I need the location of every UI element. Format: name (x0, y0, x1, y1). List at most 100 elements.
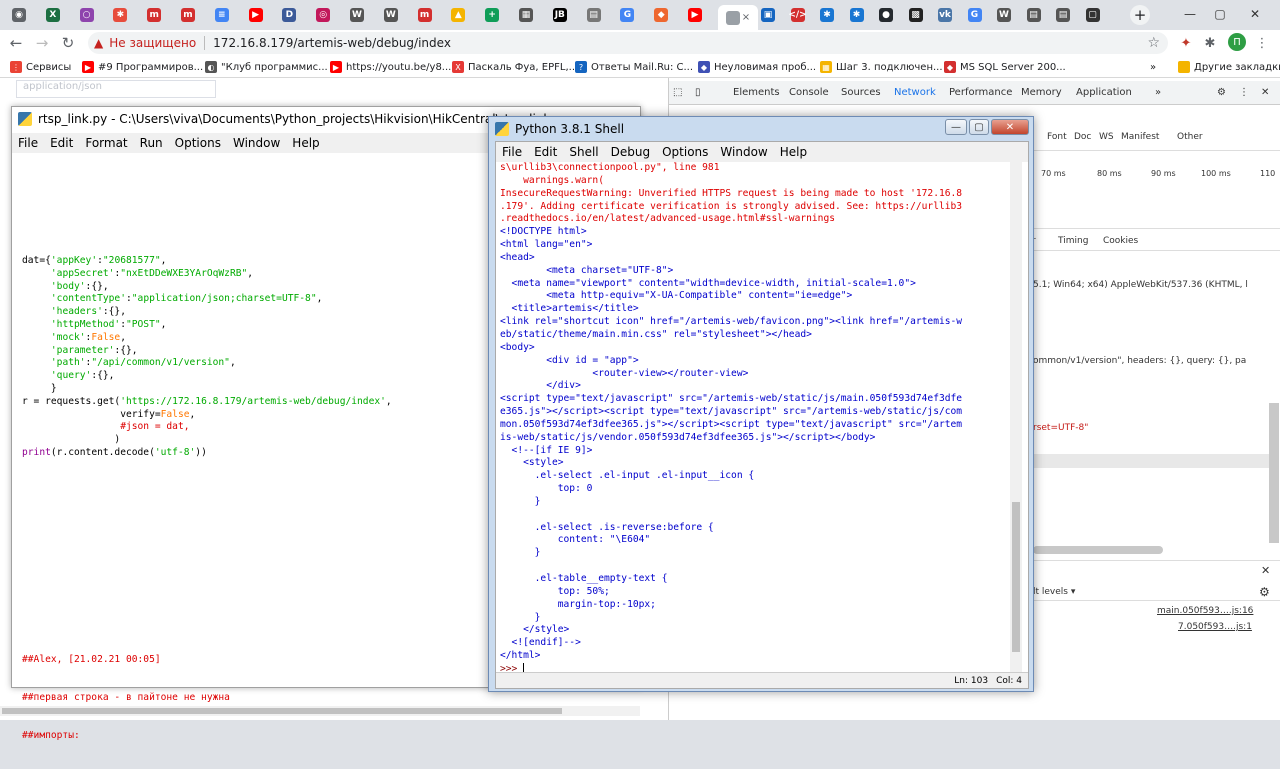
detail-vscrollbar[interactable] (1269, 403, 1279, 543)
browser-tab[interactable]: W (380, 5, 402, 25)
filter-font[interactable]: Font (1047, 132, 1067, 142)
shell-close-button[interactable]: ✕ (991, 119, 1029, 135)
bookmarks-more-button[interactable]: » (1150, 59, 1156, 75)
detail-tab-timing[interactable]: Timing (1058, 236, 1088, 246)
close-drawer-icon[interactable]: ✕ (1261, 564, 1270, 577)
extension-fox-icon[interactable]: ✦ (1176, 33, 1196, 53)
browser-tab[interactable]: ▲ (447, 5, 469, 25)
menu-options[interactable]: Options (175, 136, 221, 150)
back-arrow-icon[interactable]: ← (6, 33, 26, 53)
menu-file[interactable]: File (502, 145, 522, 159)
tab-network[interactable]: Network (894, 87, 936, 98)
menu-edit[interactable]: Edit (50, 136, 73, 150)
browser-tab[interactable]: ▶ (684, 5, 706, 25)
browser-tab[interactable]: + (481, 5, 503, 25)
inspect-icon[interactable]: ⬚ (673, 87, 682, 98)
url-text[interactable]: 172.16.8.179/artemis-web/debug/index (213, 36, 451, 50)
menu-format[interactable]: Format (85, 136, 127, 150)
browser-tab[interactable]: ▶ (245, 5, 267, 25)
other-bookmarks[interactable]: Другие закладки (1178, 59, 1280, 75)
browser-tab[interactable]: m (143, 5, 165, 25)
bookmark-item[interactable]: ⋮ Сервисы (10, 59, 71, 75)
browser-tab[interactable]: JB (549, 5, 571, 25)
browser-tab[interactable]: G (616, 5, 638, 25)
tab-elements[interactable]: Elements (733, 87, 780, 98)
bookmark-item[interactable]: ▦ Шаг 3. подключен... (820, 59, 943, 75)
menu-shell[interactable]: Shell (569, 145, 598, 159)
editor-comments[interactable]: ##Alex, [21.02.21 00:05] ##первая строка… (22, 628, 230, 769)
bookmark-item[interactable]: X Паскаль Фуа, EPFL,... (452, 59, 578, 75)
menu-file[interactable]: File (18, 136, 38, 150)
browser-tab[interactable]: ○ (76, 5, 98, 25)
reload-icon[interactable]: ↻ (58, 33, 78, 53)
close-devtools-icon[interactable]: ✕ (1261, 87, 1269, 98)
tab-memory[interactable]: Memory (1021, 87, 1062, 98)
bookmark-item[interactable]: ◆ MS SQL Server 200... (944, 59, 1066, 75)
forward-arrow-icon[interactable]: → (32, 33, 52, 53)
tab-performance[interactable]: Performance (949, 87, 1012, 98)
shell-maximize-button[interactable]: ▢ (969, 119, 989, 135)
browser-tab[interactable]: W (346, 5, 368, 25)
browser-tab[interactable]: ▦ (515, 5, 537, 25)
browser-tab[interactable]: ▤ (1023, 5, 1045, 25)
browser-tab[interactable]: ▤ (583, 5, 605, 25)
selected-row[interactable] (1033, 454, 1273, 468)
bookmark-item[interactable]: ◐ "Клуб программис... (205, 59, 328, 75)
browser-tab[interactable]: ◎ (312, 5, 334, 25)
console-source-link[interactable]: 7.050f593….js:1 (1178, 622, 1252, 632)
tab-console[interactable]: Console (789, 87, 829, 98)
settings-gear-icon[interactable]: ⚙ (1217, 87, 1226, 98)
menu-debug[interactable]: Debug (611, 145, 650, 159)
console-settings-icon[interactable]: ⚙ (1259, 585, 1270, 599)
shell-vertical-scrollbar[interactable] (1010, 162, 1022, 672)
star-icon[interactable]: ☆ (1147, 35, 1160, 51)
shell-minimize-button[interactable]: — (945, 119, 967, 135)
scrollbar-thumb[interactable] (1012, 502, 1020, 652)
log-levels-dropdown[interactable]: lt levels ▾ (1033, 587, 1075, 597)
extensions-puzzle-icon[interactable]: ✱ (1200, 33, 1220, 53)
detail-tab-cookies[interactable]: Cookies (1103, 236, 1138, 246)
minimize-button[interactable]: — (1180, 4, 1200, 24)
browser-tab[interactable]: ▢ (1082, 5, 1104, 25)
browser-tab[interactable]: G (964, 5, 986, 25)
browser-tab[interactable]: ● (875, 5, 897, 25)
bookmark-item[interactable]: ▶ https://youtu.be/y8... (330, 59, 451, 75)
browser-tab[interactable]: m (414, 5, 436, 25)
browser-tab[interactable]: D (278, 5, 300, 25)
browser-tab[interactable]: ▣ (757, 5, 779, 25)
browser-tab[interactable]: vk (934, 5, 956, 25)
browser-tab[interactable]: ≡ (211, 5, 233, 25)
profile-avatar[interactable]: П (1228, 33, 1246, 51)
menu-edit[interactable]: Edit (534, 145, 557, 159)
bookmark-item[interactable]: ▶ #9 Программиров... (82, 59, 203, 75)
browser-tab[interactable]: × (718, 5, 758, 30)
menu-help[interactable]: Help (780, 145, 807, 159)
filter-doc[interactable]: Doc (1074, 132, 1091, 142)
close-window-button[interactable]: ✕ (1245, 4, 1265, 24)
bookmark-item[interactable]: ◆ Неуловимая проб... (698, 59, 816, 75)
more-options-icon[interactable]: ⋮ (1239, 87, 1249, 98)
security-label[interactable]: Не защищено (109, 36, 196, 50)
menu-help[interactable]: Help (292, 136, 319, 150)
browser-tab[interactable]: W (993, 5, 1015, 25)
maximize-button[interactable]: ▢ (1210, 4, 1230, 24)
tab-sources[interactable]: Sources (841, 87, 881, 98)
browser-tab[interactable]: ✱ (846, 5, 868, 25)
detail-scrollbar[interactable] (1033, 546, 1163, 554)
filter-ws[interactable]: WS (1099, 132, 1114, 142)
tab-application[interactable]: Application (1076, 87, 1132, 98)
browser-tab[interactable]: </> (787, 5, 809, 25)
address-bar[interactable]: ▲ Не защищено 172.16.8.179/artemis-web/d… (88, 32, 1168, 54)
console-source-link[interactable]: main.050f593….js:16 (1157, 606, 1253, 616)
browser-tab[interactable]: ✱ (109, 5, 131, 25)
menu-run[interactable]: Run (140, 136, 163, 150)
close-tab-icon[interactable]: × (742, 12, 750, 23)
browser-tab[interactable]: ▤ (1052, 5, 1074, 25)
new-tab-button[interactable]: + (1130, 5, 1150, 25)
browser-tab[interactable]: ✱ (816, 5, 838, 25)
content-type-input[interactable]: application/json (16, 80, 216, 98)
browser-tab[interactable]: X (42, 5, 64, 25)
editor-code-area[interactable]: dat={'appKey':"20681577", 'appSecret':"n… (22, 255, 492, 460)
browser-tab[interactable]: m (177, 5, 199, 25)
filter-other[interactable]: Other (1177, 132, 1203, 142)
